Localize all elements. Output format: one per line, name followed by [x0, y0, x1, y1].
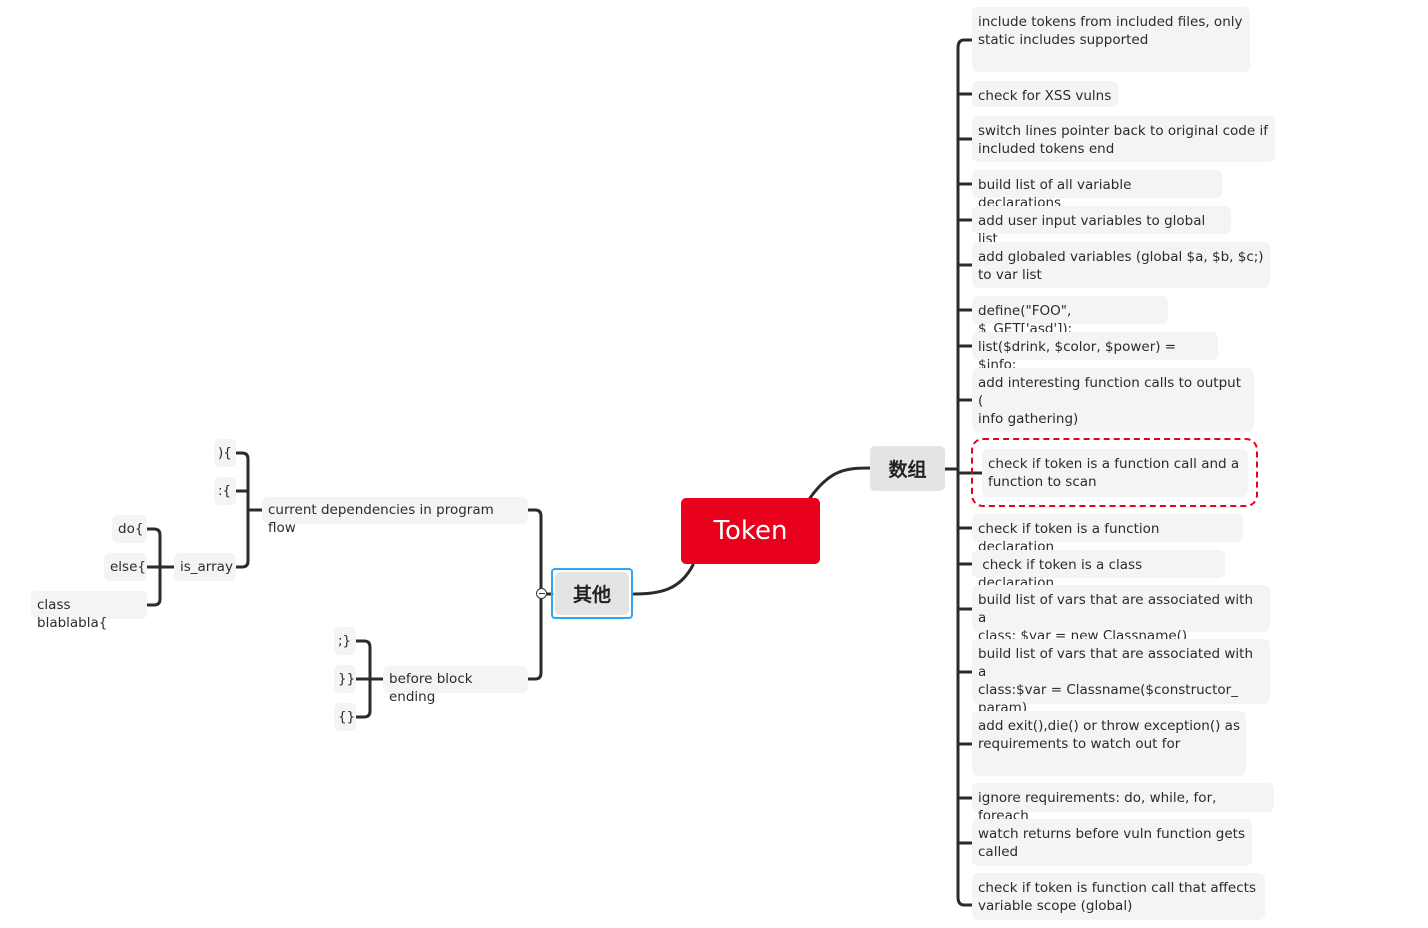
list-item[interactable]: add exit(),die() or throw exception() as… — [972, 711, 1246, 776]
list-item[interactable]: check for XSS vulns — [972, 81, 1118, 107]
list-item[interactable]: check if token is a class declaration — [972, 550, 1225, 591]
collapse-toggle-icon[interactable] — [536, 588, 547, 599]
node-class-blablabla[interactable]: class blablabla{ — [31, 591, 147, 631]
list-item[interactable]: build list of vars that are associated w… — [972, 585, 1270, 644]
list-item[interactable]: add globaled variables (global $a, $b, $… — [972, 242, 1270, 288]
list-item[interactable]: ignore requirements: do, while, for, for… — [972, 783, 1274, 824]
list-item[interactable]: define("FOO", $_GET['asd']); — [972, 296, 1168, 337]
list-item[interactable]: check if token is a function declaration — [972, 514, 1243, 555]
list-item[interactable]: list($drink, $color, $power) = $info; — [972, 332, 1218, 373]
list-item[interactable]: check if token is a function call and a … — [982, 449, 1248, 497]
node-current-dependencies[interactable]: current dependencies in program flow — [262, 497, 528, 536]
node-is-array[interactable]: is_array — [174, 553, 236, 581]
node-do[interactable]: do{ — [112, 515, 147, 543]
list-item[interactable]: add interesting function calls to output… — [972, 368, 1254, 432]
node-double-brace[interactable]: }} — [334, 665, 356, 693]
node-before-block-ending[interactable]: before block ending — [383, 666, 528, 705]
list-item[interactable]: check if token is function call that aff… — [972, 873, 1265, 920]
list-item[interactable]: add user input variables to global list — [972, 206, 1231, 247]
node-semicolon-brace[interactable]: ;} — [334, 627, 356, 655]
list-item[interactable]: build list of all variable declarations — [972, 170, 1222, 211]
list-item[interactable]: include tokens from included files, only… — [972, 7, 1250, 72]
list-item[interactable]: watch returns before vuln function gets … — [972, 819, 1252, 866]
root-node-token[interactable]: Token — [681, 498, 820, 564]
branch-node-other[interactable]: 其他 — [555, 572, 629, 615]
branch-node-arrays[interactable]: 数组 — [870, 446, 945, 491]
list-item[interactable]: switch lines pointer back to original co… — [972, 116, 1275, 162]
list-item[interactable]: build list of vars that are associated w… — [972, 639, 1270, 716]
node-colon-brace[interactable]: :{ — [214, 477, 236, 505]
node-paren-brace[interactable]: ){ — [214, 439, 236, 467]
node-empty-braces[interactable]: {} — [334, 703, 356, 731]
node-else[interactable]: else{ — [104, 553, 147, 581]
